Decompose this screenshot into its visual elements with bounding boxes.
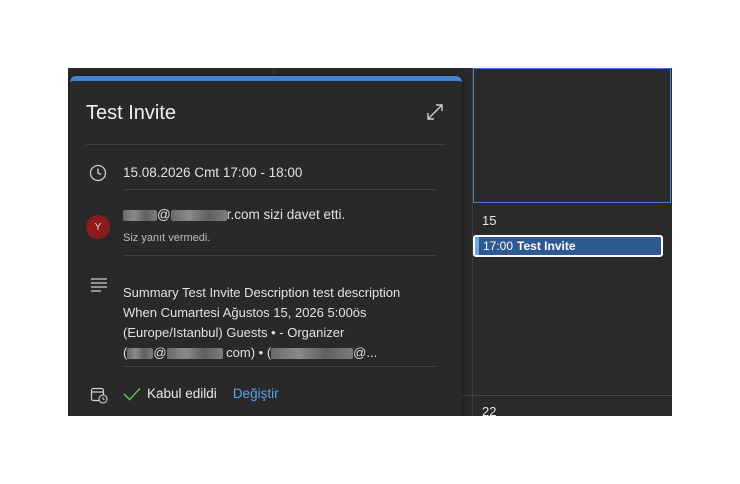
invitation-text: @ r.com sizi davet etti. — [123, 207, 345, 222]
event-details-popup: Test Invite 15.08.2026 Cmt 17:00 - 18:00… — [70, 76, 462, 416]
expand-icon[interactable] — [426, 103, 444, 121]
redacted-text — [271, 348, 354, 360]
description-fragment: @ — [153, 345, 167, 360]
popup-title: Test Invite — [86, 102, 177, 124]
divider — [123, 189, 436, 190]
invitation-suffix: r.com sizi davet etti. — [226, 207, 346, 222]
clock-icon — [89, 164, 107, 182]
invitation-at: @ — [157, 207, 171, 222]
response-row: Kabul edildi Değiştir — [123, 386, 279, 401]
event-time: 17:00 — [483, 239, 514, 253]
description-line: When Cumartesi Ağustos 15, 2026 5:00ös — [123, 305, 367, 320]
description-line: (@ com) • (@... — [123, 343, 433, 363]
redacted-text — [166, 348, 223, 360]
calendar-app: 15 22 17:00 Test Invite Test Invite 15.0… — [68, 68, 672, 416]
divider — [123, 366, 436, 367]
day-number-15: 15 — [482, 213, 497, 228]
event-accent-bar — [475, 237, 479, 255]
redacted-text — [170, 209, 227, 221]
avatar[interactable]: Y — [86, 215, 110, 239]
redacted-text — [127, 348, 154, 360]
change-response-link[interactable]: Değiştir — [233, 386, 279, 401]
response-status: Siz yanıt vermedi. — [123, 232, 211, 244]
calendar-event-chip[interactable]: 17:00 Test Invite — [473, 235, 663, 257]
event-datetime: 15.08.2026 Cmt 17:00 - 18:00 — [123, 165, 303, 180]
calendar-status-icon — [90, 387, 108, 404]
description-line: (Europe/Istanbul) Guests • - Organizer — [123, 325, 345, 340]
today-cell[interactable] — [473, 68, 671, 203]
redacted-text — [123, 209, 157, 221]
description-fragment: @... — [353, 345, 378, 360]
divider — [123, 255, 436, 256]
event-title: Test Invite — [517, 239, 576, 253]
event-description: Summary Test Invite Description test des… — [123, 283, 433, 363]
check-icon — [123, 387, 141, 401]
divider — [86, 144, 446, 145]
description-line: Summary Test Invite Description test des… — [123, 285, 401, 300]
day-number-22: 22 — [482, 404, 497, 416]
notes-icon — [91, 278, 107, 292]
description-fragment: com) • ( — [226, 345, 272, 360]
grid-line — [462, 395, 672, 396]
accepted-label: Kabul edildi — [147, 386, 217, 401]
